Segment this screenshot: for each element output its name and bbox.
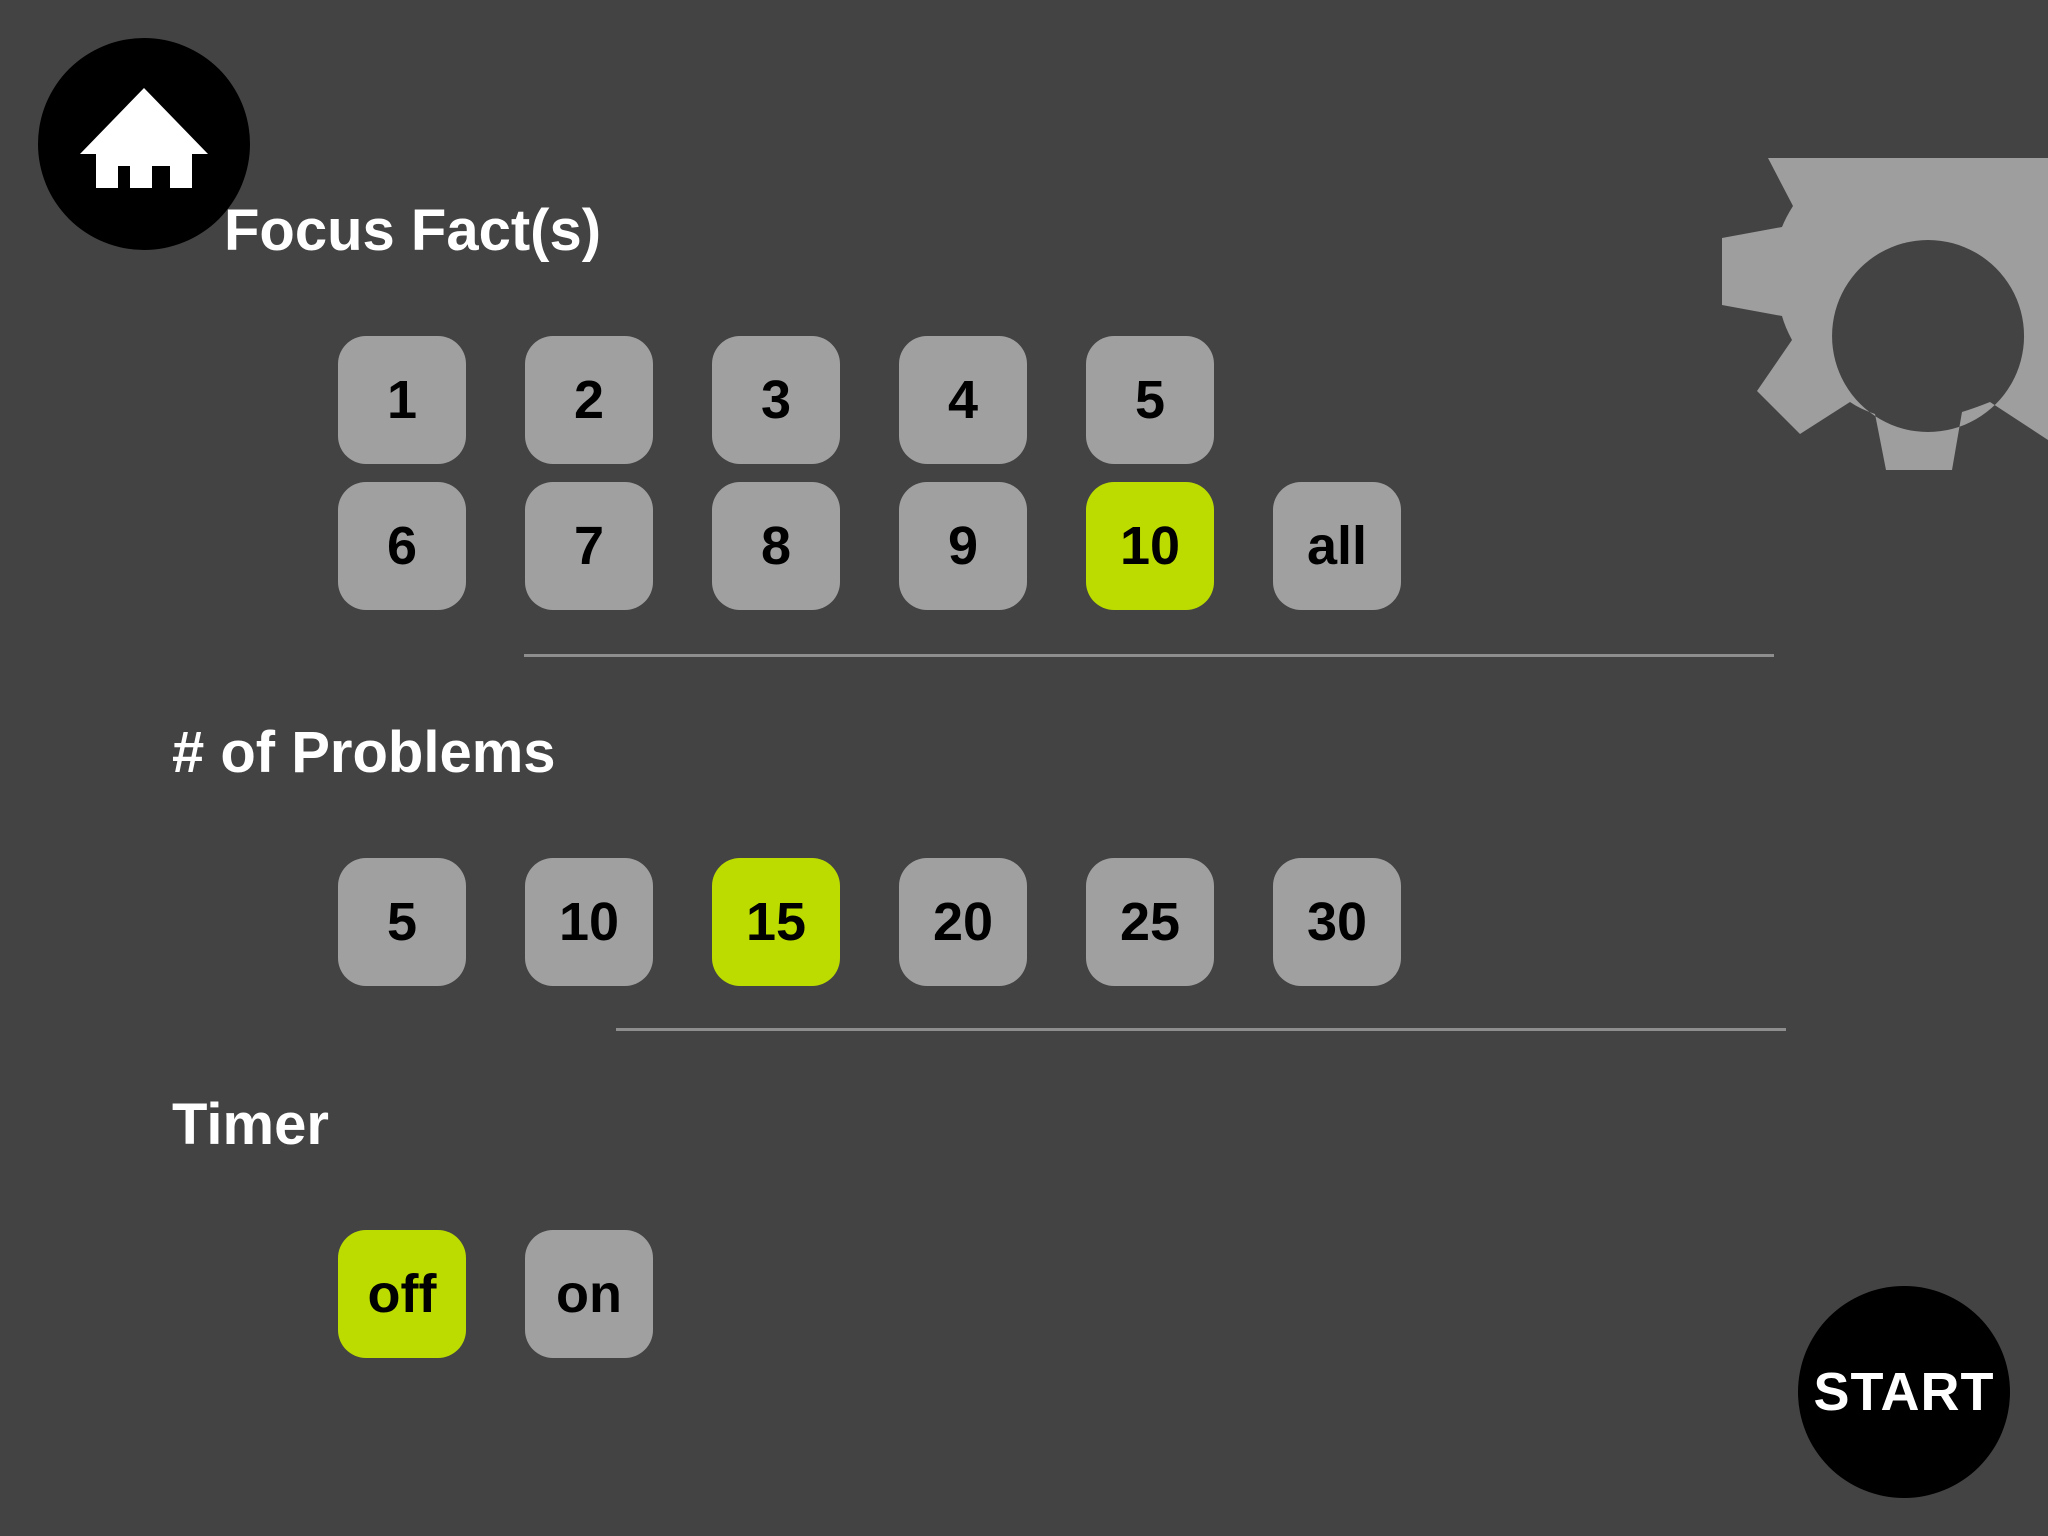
focus-fact-option-all[interactable]: all — [1273, 482, 1401, 610]
timer-title: Timer — [172, 1092, 329, 1157]
home-icon — [80, 88, 208, 188]
focus-fact-option-10[interactable]: 10 — [1086, 482, 1214, 610]
home-button[interactable] — [38, 38, 250, 250]
focus-fact-option-7[interactable]: 7 — [525, 482, 653, 610]
focus-facts-title: Focus Fact(s) — [224, 198, 602, 263]
focus-fact-option-9[interactable]: 9 — [899, 482, 1027, 610]
focus-fact-option-6[interactable]: 6 — [338, 482, 466, 610]
problems-option-5[interactable]: 5 — [338, 858, 466, 986]
problems-option-15[interactable]: 15 — [712, 858, 840, 986]
problems-option-20[interactable]: 20 — [899, 858, 1027, 986]
divider — [524, 654, 1774, 657]
timer-option-off[interactable]: off — [338, 1230, 466, 1358]
timer-option-on[interactable]: on — [525, 1230, 653, 1358]
focus-fact-option-1[interactable]: 1 — [338, 336, 466, 464]
focus-fact-option-4[interactable]: 4 — [899, 336, 1027, 464]
gear-icon[interactable] — [1700, 150, 2048, 480]
focus-fact-option-8[interactable]: 8 — [712, 482, 840, 610]
focus-fact-option-2[interactable]: 2 — [525, 336, 653, 464]
problems-option-30[interactable]: 30 — [1273, 858, 1401, 986]
problems-title: # of Problems — [172, 720, 556, 785]
divider — [616, 1028, 1786, 1031]
problems-option-10[interactable]: 10 — [525, 858, 653, 986]
focus-fact-option-5[interactable]: 5 — [1086, 336, 1214, 464]
start-button[interactable]: START — [1798, 1286, 2010, 1498]
settings-screen: Focus Fact(s) 1 2 3 4 5 6 7 8 9 10 all # of Proble… — [0, 0, 2048, 1536]
problems-option-25[interactable]: 25 — [1086, 858, 1214, 986]
focus-fact-option-3[interactable]: 3 — [712, 336, 840, 464]
